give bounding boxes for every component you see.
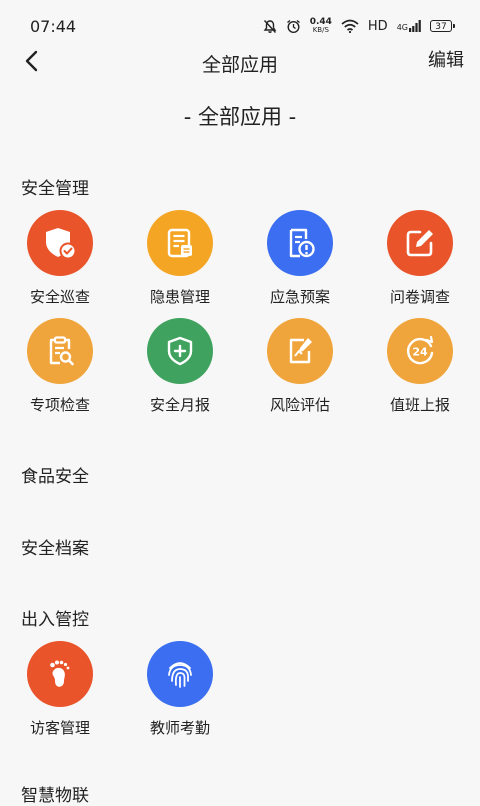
net-speed: 0.44 KB/S [309,17,332,35]
app-label: 安全巡查 [29,288,90,306]
document-list-icon [167,228,192,258]
app-icon-circle [267,210,333,276]
status-bar: 07:44 0.44 KB/S HD 4G 37 [0,0,480,44]
status-icons: 0.44 KB/S HD 4G 37 [263,17,455,35]
app-grid-safety-row1: 安全巡查 隐患管理 应急预案 问卷调查 [0,210,480,320]
edit-square-icon [406,230,433,257]
document-alert-icon [289,228,315,258]
page-title: 全部应用 [201,54,278,76]
app-tile-visitor-management[interactable]: 访客管理 [5,641,115,746]
category-title-safety: 安全管理 [21,179,89,199]
signal-icon [409,20,421,32]
bell-off-icon [263,19,277,33]
app-label: 安全月报 [149,396,210,414]
app-label: 值班上报 [389,396,450,414]
app-tile-safety-monthly-report[interactable]: 安全月报 [125,318,235,423]
app-grid-safety-row2: 专项检查 安全月报 风险评估 24 值班上报 [0,318,480,428]
svg-text:24: 24 [412,346,428,359]
alarm-icon [286,19,300,33]
app-label: 问卷调查 [389,288,450,306]
app-tile-safety-patrol[interactable]: 安全巡查 [5,210,115,315]
fingerprint-icon [168,662,192,688]
app-tile-hazard-management[interactable]: 隐患管理 [125,210,235,315]
app-tile-teacher-attendance[interactable]: 教师考勤 [125,641,235,746]
category-title-food-safety[interactable]: 食品安全 [21,462,89,487]
app-icon-circle [267,318,333,384]
app-icon-circle: 24 [387,318,453,384]
pen-chart-icon [289,338,312,364]
app-label: 专项检查 [29,396,90,414]
app-label: 访客管理 [29,719,90,737]
app-label: 应急预案 [269,288,330,306]
app-icon-circle [147,318,213,384]
clock-24-icon: 24 [407,335,434,365]
category-title-access-control: 出入管控 [21,610,89,630]
app-tile-risk-assessment[interactable]: 风险评估 [245,318,355,423]
app-icon-circle [27,210,93,276]
hd-indicator: HD [367,18,388,34]
app-icon-circle [27,641,93,707]
app-tile-special-inspection[interactable]: 专项检查 [5,318,115,423]
app-label: 隐患管理 [149,288,210,306]
footprint-icon [50,660,70,687]
edit-button[interactable]: 编辑 [428,46,464,72]
app-tile-questionnaire[interactable]: 问卷调查 [365,210,475,315]
app-tile-emergency-plan[interactable]: 应急预案 [245,210,355,315]
section-header: - 全部应用 - [183,105,297,129]
shield-plus-icon [167,336,193,366]
battery-icon: 37 [430,20,455,32]
app-icon-circle [147,210,213,276]
shield-check-icon [46,228,77,260]
signal-indicator: 4G [397,20,421,32]
wifi-icon [341,19,359,33]
app-icon-circle [27,318,93,384]
status-time: 07:44 [30,17,77,36]
category-title-safety-archive[interactable]: 安全档案 [21,534,89,559]
nav-bar: 全部应用 编辑 [0,40,480,84]
app-tile-duty-report[interactable]: 24 值班上报 [365,318,475,423]
app-label: 教师考勤 [149,719,210,737]
app-grid-access-control: 访客管理 教师考勤 [0,641,480,751]
app-icon-circle [147,641,213,707]
app-label: 风险评估 [269,396,330,414]
clipboard-search-icon [49,336,74,366]
category-title-smart-iot: 智慧物联 [21,786,89,806]
app-icon-circle [387,210,453,276]
